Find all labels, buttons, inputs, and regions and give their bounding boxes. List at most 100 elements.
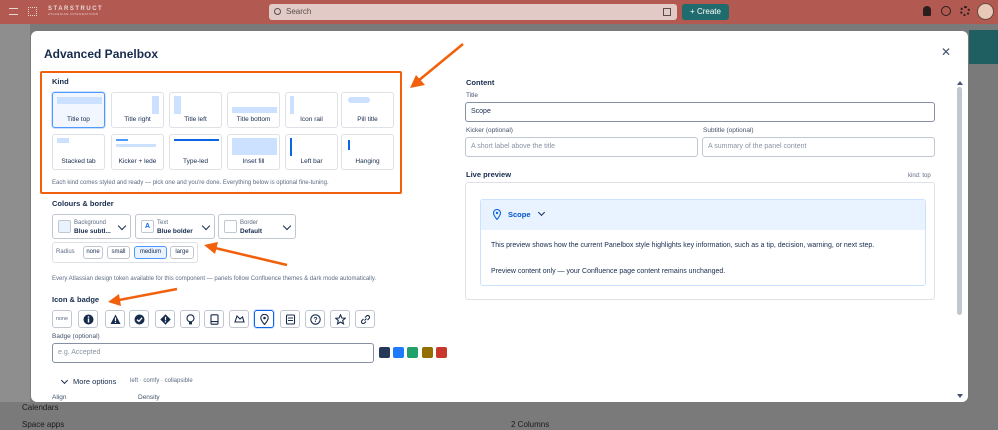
- dialog-scrollbar[interactable]: [957, 81, 963, 401]
- preview-note-text: Preview content only — your Confluence p…: [491, 268, 726, 275]
- more-options-summary: left · comfy · collapsible: [130, 378, 193, 384]
- kind-option-label: Left bar: [300, 158, 323, 165]
- radius-selector: Radius none small medium large: [52, 242, 198, 263]
- question-icon[interactable]: ?: [305, 310, 325, 328]
- kind-option-label: Hanging: [355, 158, 380, 165]
- app-switcher-icon[interactable]: [28, 7, 37, 16]
- chevron-down-icon: [282, 221, 292, 231]
- badge-color-blue[interactable]: [393, 347, 404, 358]
- sidebar-item-calendars[interactable]: Calendars: [22, 403, 58, 412]
- chevron-down-icon: [201, 221, 211, 231]
- chevron-down-icon: [60, 376, 69, 385]
- pin-icon[interactable]: [254, 310, 274, 328]
- text-color-dropdown[interactable]: A Text Blue bolder: [135, 214, 215, 239]
- title-input[interactable]: Scope: [465, 102, 935, 122]
- badge-color-olive[interactable]: [422, 347, 433, 358]
- kind-option-label: Type-led: [183, 158, 208, 165]
- text-swatch: A: [141, 220, 154, 233]
- radius-large[interactable]: large: [170, 246, 194, 259]
- badge-color-dark[interactable]: [379, 347, 390, 358]
- check-icon[interactable]: [129, 310, 149, 328]
- svg-text:?: ?: [313, 317, 317, 324]
- kind-help-text: Each kind comes styled and ready — pick …: [52, 180, 329, 186]
- background-color-dropdown[interactable]: Background Blue subtl...: [52, 214, 131, 239]
- page-header-strip: [969, 30, 998, 64]
- background-swatch: [58, 220, 71, 233]
- scroll-down-icon[interactable]: [957, 394, 963, 398]
- kind-option-label: Title right: [124, 116, 151, 123]
- product-logo[interactable]: STARSTRUCT ATLASSIAN INTEGRATIONS: [48, 6, 103, 16]
- radius-small[interactable]: small: [107, 246, 130, 259]
- note-icon[interactable]: [280, 310, 300, 328]
- kind-tag: kind: top: [908, 173, 931, 179]
- hat-icon[interactable]: [229, 310, 249, 328]
- kind-option-stacked-tab[interactable]: Stacked tab: [52, 134, 105, 170]
- title-label: Title: [466, 92, 479, 99]
- colours-heading: Colours & border: [52, 199, 114, 208]
- more-options-toggle[interactable]: More options: [60, 376, 116, 386]
- sidebar-toggle-icon[interactable]: [9, 8, 18, 15]
- kicker-label: Kicker (optional): [466, 127, 513, 134]
- badge-color-green[interactable]: [407, 347, 418, 358]
- subtitle-label: Subtitle (optional): [703, 127, 754, 134]
- error-icon[interactable]: [155, 310, 175, 328]
- badge-label: Badge (optional): [52, 333, 100, 340]
- scroll-up-icon[interactable]: [957, 81, 963, 85]
- background-value: Blue subtl...: [74, 228, 111, 235]
- border-dropdown[interactable]: Border Default: [218, 214, 296, 239]
- kind-option-pill-title[interactable]: Pill title: [341, 92, 394, 128]
- warning-icon[interactable]: [105, 310, 125, 328]
- badge-input[interactable]: e.g. Accepted: [52, 343, 374, 363]
- avatar[interactable]: [977, 3, 994, 20]
- kind-option-kicker-lede[interactable]: Kicker + lede: [111, 134, 164, 170]
- search-icon: [274, 8, 281, 15]
- preview-panel-header: Scope: [481, 200, 925, 230]
- star-icon[interactable]: [330, 310, 350, 328]
- kind-option-type-led[interactable]: Type-led: [169, 134, 222, 170]
- kind-option-title-left[interactable]: Title left: [169, 92, 222, 128]
- help-icon[interactable]: [941, 6, 951, 16]
- kind-option-label: Inset fill: [242, 158, 265, 165]
- kind-option-label: Kicker + lede: [118, 158, 157, 165]
- close-icon[interactable]: ✕: [941, 45, 951, 59]
- dialog-title: Advanced Panelbox: [44, 47, 159, 61]
- kind-option-title-bottom[interactable]: Title bottom: [227, 92, 280, 128]
- link-icon[interactable]: [355, 310, 375, 328]
- create-button[interactable]: + Create: [682, 4, 729, 20]
- kind-option-title-top[interactable]: Title top: [52, 92, 105, 128]
- kind-option-inset-fill[interactable]: Inset fill: [227, 134, 280, 170]
- advanced-panelbox-dialog: Advanced Panelbox ✕ Kind Title top Title…: [31, 31, 968, 402]
- notifications-icon[interactable]: [923, 6, 931, 16]
- scrollbar-thumb[interactable]: [957, 87, 962, 315]
- kind-option-hanging[interactable]: Hanging: [341, 134, 394, 170]
- badge-color-red[interactable]: [436, 347, 447, 358]
- bottom-area: Calendars Space apps 2 Columns: [0, 402, 998, 430]
- pin-icon: [492, 209, 502, 220]
- columns-dropdown[interactable]: 2 Columns: [511, 420, 549, 429]
- radius-label: Radius: [56, 249, 75, 255]
- sidebar-item-space-apps[interactable]: Space apps: [22, 420, 64, 429]
- align-label: Align: [52, 394, 67, 401]
- kicker-input[interactable]: A short label above the title: [465, 137, 698, 157]
- kind-option-left-bar[interactable]: Left bar: [285, 134, 338, 170]
- kind-option-title-right[interactable]: Title right: [111, 92, 164, 128]
- kicker-placeholder: A short label above the title: [471, 143, 556, 150]
- lightbulb-icon[interactable]: [180, 310, 200, 328]
- density-label: Density: [138, 394, 160, 401]
- radius-none[interactable]: none: [83, 246, 103, 259]
- settings-icon[interactable]: [960, 6, 970, 16]
- kind-option-label: Title left: [184, 116, 207, 123]
- chevron-down-icon[interactable]: [537, 208, 546, 217]
- kind-option-icon-rail[interactable]: Icon rail: [285, 92, 338, 128]
- icon-option-none[interactable]: none: [52, 310, 72, 328]
- chevron-down-icon: [117, 221, 127, 231]
- subtitle-input[interactable]: A summary of the panel content: [702, 137, 935, 157]
- info-icon[interactable]: [78, 310, 98, 328]
- preview-panel-title: Scope: [508, 210, 531, 219]
- global-search-input[interactable]: Search: [269, 4, 677, 20]
- kind-option-label: Pill title: [357, 116, 378, 123]
- book-icon[interactable]: [204, 310, 224, 328]
- search-placeholder: Search: [286, 7, 312, 16]
- radius-medium[interactable]: medium: [134, 246, 167, 259]
- text-label: Text: [157, 220, 169, 226]
